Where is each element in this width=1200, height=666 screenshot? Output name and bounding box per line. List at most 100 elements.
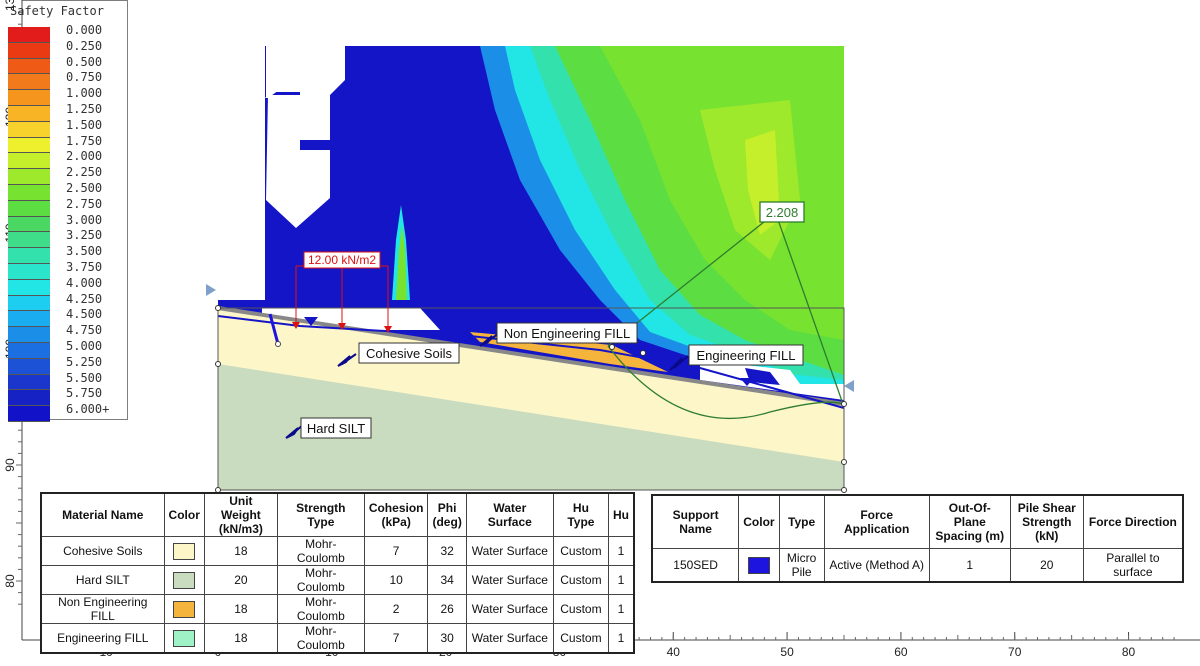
material-unit-weight: 18: [203, 536, 278, 566]
legend-label: 5.250: [66, 354, 103, 369]
material-strength: Mohr-Coulomb: [276, 565, 365, 595]
material-water: Water Surface: [465, 594, 554, 624]
col-cohesion: Cohesion (kPa): [363, 492, 429, 537]
material-color-swatch: [173, 571, 196, 589]
col-hu-type: Hu Type: [552, 492, 609, 537]
col-support-name: Support Name: [651, 494, 740, 549]
legend-swatch: [8, 343, 50, 359]
label-non-engineering-fill: Non Engineering FILL: [504, 326, 630, 341]
legend-label: 6.000+: [66, 402, 110, 417]
boundary-right-marker-icon: [844, 380, 854, 392]
material-color-cell: [163, 536, 205, 566]
y-tick-label: 90: [3, 458, 17, 472]
legend-label: 1.750: [66, 133, 103, 148]
support-type: Micro Pile: [778, 548, 825, 583]
table-row[interactable]: 150SED Micro Pile Active (Method A) 1 20…: [651, 548, 1184, 583]
y-tick-label: 80: [3, 574, 17, 588]
x-tick-label: 80: [1122, 645, 1136, 659]
material-color-swatch: [173, 600, 196, 618]
legend-label: 2.000: [66, 149, 103, 164]
legend-label: 4.000: [66, 275, 103, 290]
support-table: Support Name Color Type Force Applicatio…: [651, 494, 1184, 583]
legend-swatch: [8, 216, 50, 233]
legend-swatch: [8, 169, 50, 185]
material-phi: 34: [427, 565, 467, 595]
material-color-swatch: [173, 629, 196, 647]
x-tick-label: 60: [894, 645, 908, 659]
x-tick-label: 40: [667, 645, 681, 659]
table-row[interactable]: Non Engineering FILL 18 Mohr-Coulomb 2 26 Wat…: [40, 594, 635, 624]
legend-swatch: [8, 358, 50, 375]
col-support-type: Type: [778, 494, 825, 549]
material-strength: Mohr-Coulomb: [276, 536, 365, 566]
material-cohesion: 7: [363, 623, 429, 654]
col-hu: Hu: [607, 492, 635, 537]
table-row[interactable]: Cohesive Soils 18 Mohr-Coulomb 7 32 Water Sur…: [40, 536, 635, 566]
table-row[interactable]: Hard SILT 20 Mohr-Coulomb 10 34 Water Surface…: [40, 565, 635, 595]
col-phi: Phi (deg): [427, 492, 467, 537]
support-color-swatch: [747, 556, 770, 574]
legend-swatch: [8, 27, 50, 43]
material-hu: 1: [607, 536, 635, 566]
legend-label: 4.750: [66, 323, 103, 338]
support-name: 150SED: [651, 548, 740, 583]
material-phi: 32: [427, 536, 467, 566]
legend-label: 2.250: [66, 165, 103, 180]
legend-label: 0.250: [66, 38, 103, 53]
legend-swatch: [8, 232, 50, 249]
label-hard-silt: Hard SILT: [307, 421, 365, 436]
material-hu-type: Custom: [552, 594, 609, 624]
material-hu-type: Custom: [552, 623, 609, 654]
support-force-application: Active (Method A): [823, 548, 930, 583]
col-material-name: Material Name: [40, 492, 165, 537]
legend-label: 3.000: [66, 212, 103, 227]
legend-label: 1.250: [66, 102, 103, 116]
legend-label: 0.000: [66, 23, 103, 37]
col-pile-shear: Pile Shear Strength (kN): [1009, 494, 1084, 549]
material-phi: 30: [427, 623, 467, 654]
col-spacing: Out-Of-Plane Spacing (m): [928, 494, 1011, 549]
material-color-cell: [163, 623, 205, 654]
legend-label: 3.500: [66, 244, 103, 259]
legend-label: 0.750: [66, 70, 103, 85]
legend-label: 1.500: [66, 117, 103, 132]
legend-label: 5.000: [66, 339, 103, 353]
col-support-color: Color: [738, 494, 780, 549]
material-cohesion: 2: [363, 594, 429, 624]
boundary-left-marker-icon: [206, 284, 216, 296]
legend-label: 5.500: [66, 370, 103, 385]
legend-swatch: [8, 311, 50, 328]
col-force-application: Force Application: [823, 494, 930, 549]
material-unit-weight: 18: [203, 594, 278, 624]
support-shear: 20: [1009, 548, 1084, 583]
material-water: Water Surface: [465, 623, 554, 654]
legend-swatch: [8, 248, 50, 264]
material-strength: Mohr-Coulomb: [276, 623, 365, 654]
table-row[interactable]: Engineering FILL 18 Mohr-Coulomb 7 30 Water S…: [40, 623, 635, 654]
material-name: Cohesive Soils: [40, 536, 165, 566]
label-cohesive-soils: Cohesive Soils: [366, 346, 452, 361]
material-unit-weight: 18: [203, 623, 278, 654]
material-cohesion: 10: [363, 565, 429, 595]
material-name: Engineering FILL: [40, 623, 165, 654]
material-water: Water Surface: [465, 565, 554, 595]
legend-swatch: [8, 74, 50, 91]
material-hu: 1: [607, 565, 635, 595]
legend-swatch: [8, 279, 50, 296]
legend-swatch: [8, 58, 50, 75]
material-color-cell: [163, 565, 205, 595]
legend-label: 3.250: [66, 228, 103, 243]
legend-swatch: [8, 153, 50, 170]
legend-label: 4.500: [66, 307, 103, 322]
material-unit-weight: 20: [203, 565, 278, 595]
legend-swatch: [8, 327, 50, 343]
legend-swatch: [8, 374, 50, 391]
material-phi: 26: [427, 594, 467, 624]
legend-swatch: [8, 121, 50, 138]
material-name: Non Engineering FILL: [40, 594, 165, 624]
material-color-cell: [163, 594, 205, 624]
materials-table: Material Name Color Unit Weight (kN/m3) …: [40, 492, 635, 654]
col-color: Color: [163, 492, 205, 537]
legend-label: 5.750: [66, 386, 103, 401]
support-spacing: 1: [928, 548, 1011, 583]
